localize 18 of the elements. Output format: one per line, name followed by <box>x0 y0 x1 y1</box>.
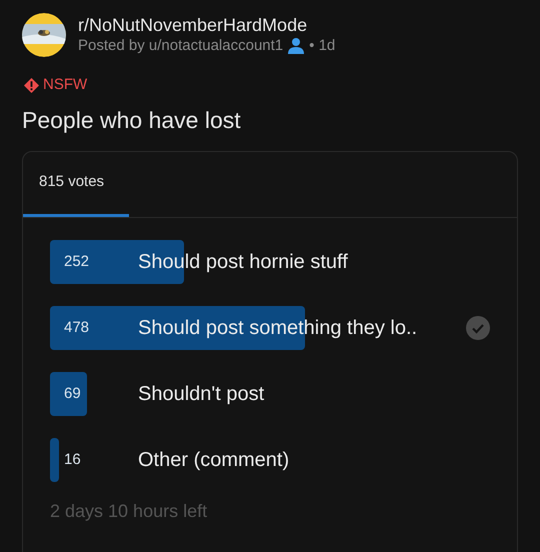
vote-count: 69 <box>63 384 82 404</box>
subreddit-name[interactable]: r/NoNutNovemberHardMode <box>78 14 336 36</box>
post-title: People who have lost <box>21 106 242 135</box>
votes-tab[interactable]: 815 votes <box>23 151 129 217</box>
author-link[interactable]: Posted by u/notactualaccount1 <box>78 36 284 56</box>
warning-icon <box>24 78 39 93</box>
option-label: Should post hornie stuff <box>138 250 348 275</box>
vote-count: 478 <box>63 318 90 338</box>
user-icon <box>287 37 306 55</box>
option-label: Should post something they lo.. <box>138 316 418 341</box>
time-left: 2 days 10 hours left <box>50 500 208 523</box>
option-label: Other (comment) <box>138 448 290 473</box>
post-age: • 1d <box>309 36 336 56</box>
option-label: Shouldn't post <box>138 382 264 407</box>
vote-count: 252 <box>63 252 90 272</box>
vote-count: 16 <box>63 450 82 470</box>
check-icon <box>466 316 490 340</box>
nsfw-tag: NSFW <box>43 74 88 96</box>
